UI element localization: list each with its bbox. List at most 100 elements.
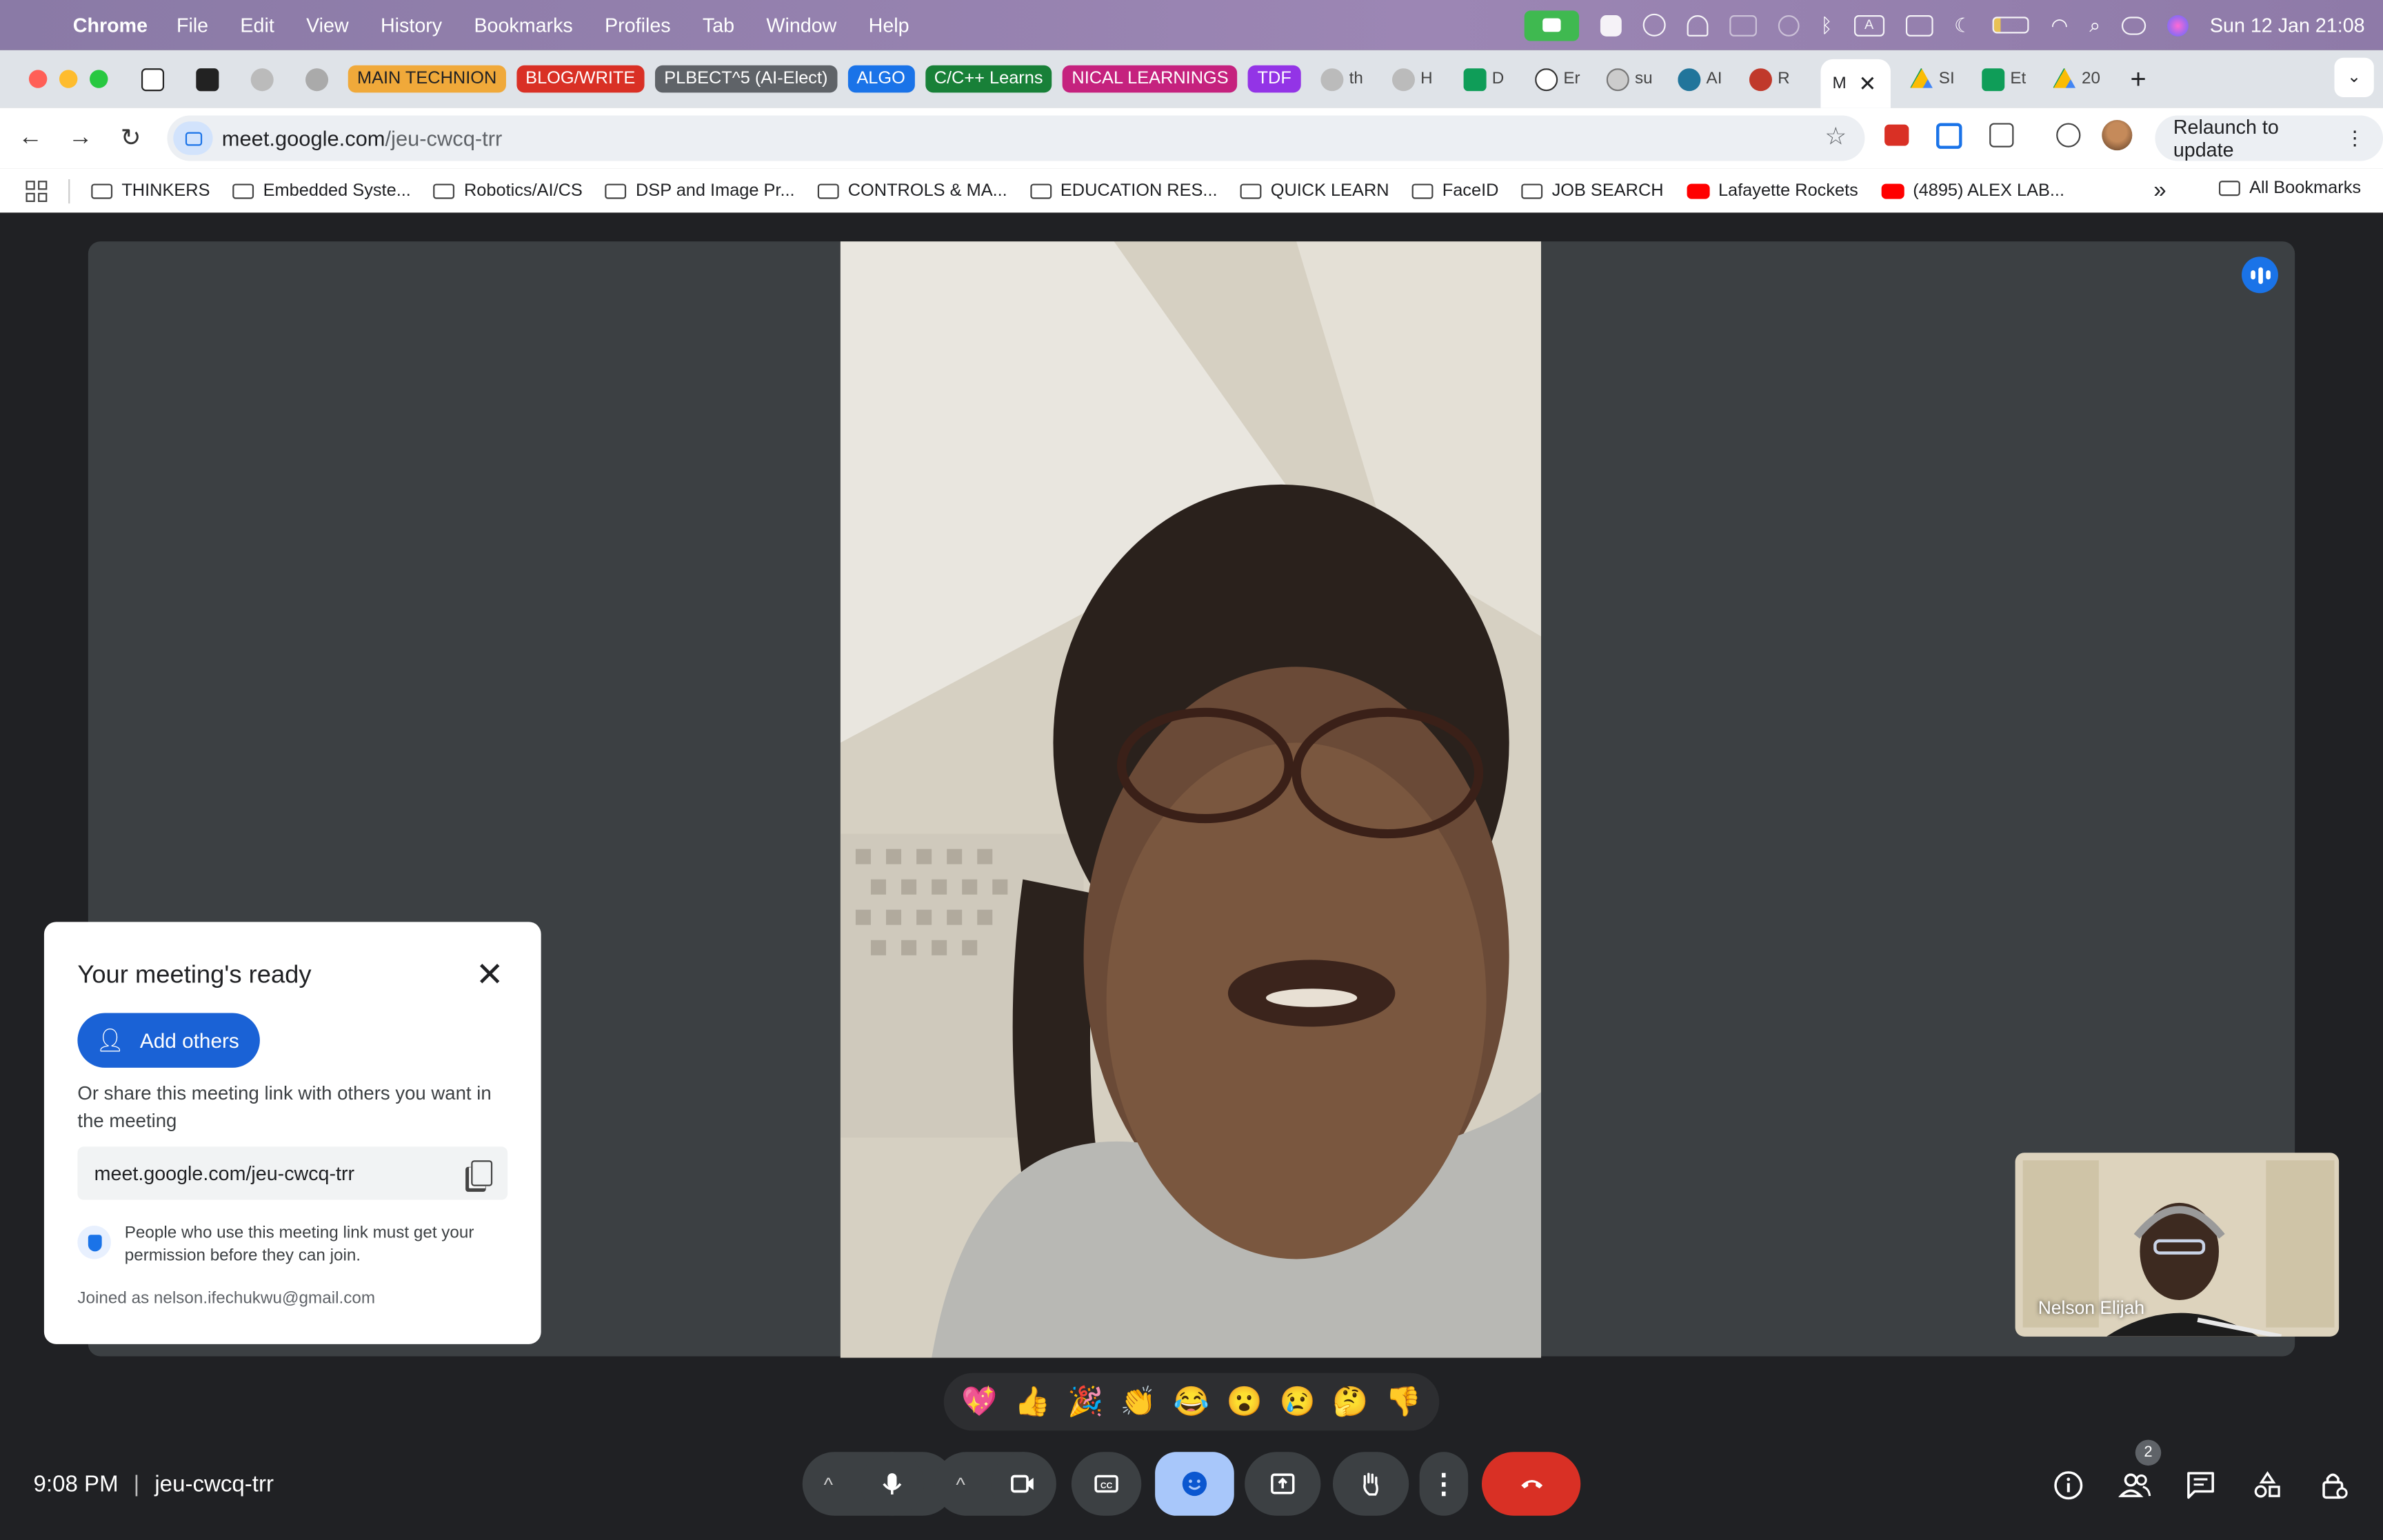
close-tab-icon[interactable]: ✕: [1858, 70, 1876, 96]
bluetooth-icon[interactable]: ᛒ: [1820, 14, 1832, 37]
bookmark-folder[interactable]: CONTROLS & MA...: [817, 181, 1007, 200]
bookmark-link[interactable]: Lafayette Rockets: [1686, 181, 1858, 200]
menu-app-name[interactable]: Chrome: [73, 14, 148, 37]
reaction-party-popper[interactable]: 🎉: [1067, 1384, 1103, 1420]
menu-history[interactable]: History: [381, 14, 442, 37]
captions-button[interactable]: CC: [1071, 1452, 1142, 1516]
meeting-link[interactable]: meet.google.com/jeu-cwcq-trr: [94, 1162, 354, 1184]
reaction-thumbs-up[interactable]: 👍: [1014, 1384, 1050, 1420]
tab-group-plbect[interactable]: PLBECT^5 (AI-Elect): [654, 65, 837, 93]
airdrop-icon[interactable]: [1778, 14, 1800, 36]
leave-call-button[interactable]: [1481, 1452, 1581, 1516]
tab-group-cpp-learns[interactable]: C/C++ Learns: [925, 65, 1052, 93]
bookmark-folder[interactable]: THINKERS: [91, 181, 210, 200]
all-bookmarks-button[interactable]: All Bookmarks: [2218, 179, 2361, 197]
tab[interactable]: R: [1749, 68, 1809, 91]
display-icon[interactable]: [1905, 14, 1933, 36]
menu-help[interactable]: Help: [869, 14, 909, 37]
headphones-icon[interactable]: [1687, 14, 1709, 36]
bookmark-folder[interactable]: Robotics/AI/CS: [433, 181, 583, 200]
menu-view[interactable]: View: [306, 14, 349, 37]
tab[interactable]: Et: [1981, 68, 2042, 91]
kebab-menu-icon[interactable]: ⋮: [2345, 126, 2365, 150]
reaction-thumbs-down[interactable]: 👎: [1385, 1384, 1421, 1420]
reaction-thinking[interactable]: 🤔: [1332, 1384, 1368, 1420]
zoom-window-button[interactable]: [90, 70, 108, 88]
pinned-tab-icon[interactable]: [196, 68, 219, 91]
checkbox-app-icon[interactable]: [1600, 14, 1622, 36]
active-tab-meet[interactable]: M ✕: [1820, 59, 1891, 108]
reaction-sad[interactable]: 😢: [1280, 1384, 1316, 1420]
meeting-info-button[interactable]: [2046, 1463, 2091, 1508]
more-options-button[interactable]: ⋮: [1419, 1452, 1469, 1516]
window-icon[interactable]: [1729, 14, 1757, 36]
globe-tab-icon[interactable]: [305, 68, 329, 91]
bookmark-star-icon[interactable]: ☆: [1824, 121, 1847, 152]
bookmark-folder[interactable]: QUICK LEARN: [1240, 181, 1389, 200]
tab[interactable]: Er: [1534, 68, 1595, 91]
tab-group-algo[interactable]: ALGO: [847, 65, 915, 93]
forward-arrow-icon[interactable]: →: [58, 125, 103, 152]
bookmark-folder[interactable]: DSP and Image Pr...: [605, 181, 795, 200]
menubar-datetime[interactable]: Sun 12 Jan 21:08: [2210, 14, 2365, 37]
microphone-button[interactable]: [860, 1452, 925, 1516]
grammarly-icon[interactable]: [1642, 13, 1666, 37]
reaction-surprised[interactable]: 😮: [1227, 1384, 1263, 1420]
close-card-icon[interactable]: ✕: [476, 958, 504, 991]
menu-file[interactable]: File: [177, 14, 208, 37]
reaction-laughing[interactable]: 😂: [1174, 1384, 1209, 1420]
menu-edit[interactable]: Edit: [240, 14, 274, 37]
reaction-sparkling-heart[interactable]: 💖: [961, 1384, 997, 1420]
relaunch-button[interactable]: Relaunch to update ⋮: [2155, 115, 2383, 161]
activities-button[interactable]: [2244, 1463, 2290, 1508]
raise-hand-button[interactable]: [1332, 1452, 1409, 1516]
bookmark-link[interactable]: (4895) ALEX LAB...: [1880, 181, 2064, 200]
copy-link-icon[interactable]: [471, 1160, 493, 1186]
siri-icon[interactable]: [2167, 14, 2189, 36]
minimize-window-button[interactable]: [59, 70, 78, 88]
extension-red-icon[interactable]: [1884, 124, 1909, 146]
extension-calendar-icon[interactable]: [1936, 122, 1962, 148]
control-center-icon[interactable]: [2122, 16, 2146, 34]
wifi-icon[interactable]: ◠: [2051, 13, 2068, 37]
tab[interactable]: th: [1320, 68, 1381, 91]
close-window-button[interactable]: [28, 70, 48, 88]
menu-tab[interactable]: Tab: [703, 14, 734, 37]
notion-tab-icon[interactable]: [141, 68, 165, 91]
tab[interactable]: D: [1462, 68, 1524, 91]
tab-group-nical-learnings[interactable]: NICAL LEARNINGS: [1063, 65, 1238, 93]
bookmark-folder[interactable]: Embedded Syste...: [232, 181, 411, 200]
tab-group-main-technion[interactable]: MAIN TECHNION: [348, 65, 506, 93]
camera-button[interactable]: [991, 1452, 1055, 1516]
tab[interactable]: AI: [1677, 68, 1738, 91]
tab[interactable]: H: [1391, 68, 1452, 91]
more-bookmarks-icon[interactable]: »: [2153, 178, 2166, 203]
tab-group-tdf[interactable]: TDF: [1248, 65, 1301, 93]
tab[interactable]: 20: [2053, 68, 2113, 90]
tab[interactable]: SI: [1909, 68, 1971, 90]
menu-profiles[interactable]: Profiles: [605, 14, 671, 37]
present-screen-button[interactable]: [1245, 1452, 1321, 1516]
remote-participant-video[interactable]: [840, 241, 1541, 1358]
reload-icon[interactable]: ↻: [108, 123, 153, 153]
bookmark-folder[interactable]: FaceID: [1411, 181, 1498, 200]
back-arrow-icon[interactable]: ←: [8, 125, 53, 152]
reaction-clapping[interactable]: 👏: [1120, 1384, 1156, 1420]
meet-site-icon[interactable]: [173, 121, 213, 155]
menu-bookmarks[interactable]: Bookmarks: [474, 14, 572, 37]
moon-icon[interactable]: ☾: [1954, 13, 1972, 37]
battery-icon[interactable]: [1993, 17, 2030, 34]
address-bar[interactable]: meet.google.com/jeu-cwcq-trr ☆: [167, 115, 1865, 161]
meeting-link-box[interactable]: meet.google.com/jeu-cwcq-trr: [77, 1146, 508, 1200]
tab[interactable]: su: [1606, 68, 1667, 91]
new-tab-button[interactable]: +: [2130, 63, 2146, 94]
apps-grid-icon[interactable]: [26, 180, 48, 201]
menu-window[interactable]: Window: [766, 14, 836, 37]
chat-button[interactable]: [2178, 1463, 2223, 1508]
camera-in-use-icon[interactable]: [1524, 10, 1580, 41]
people-button[interactable]: [2113, 1463, 2158, 1508]
puzzle-extensions-icon[interactable]: [1989, 123, 2014, 148]
sync-icon[interactable]: [2056, 123, 2081, 148]
github-tab-icon[interactable]: [250, 68, 274, 91]
reactions-button[interactable]: [1155, 1452, 1234, 1516]
